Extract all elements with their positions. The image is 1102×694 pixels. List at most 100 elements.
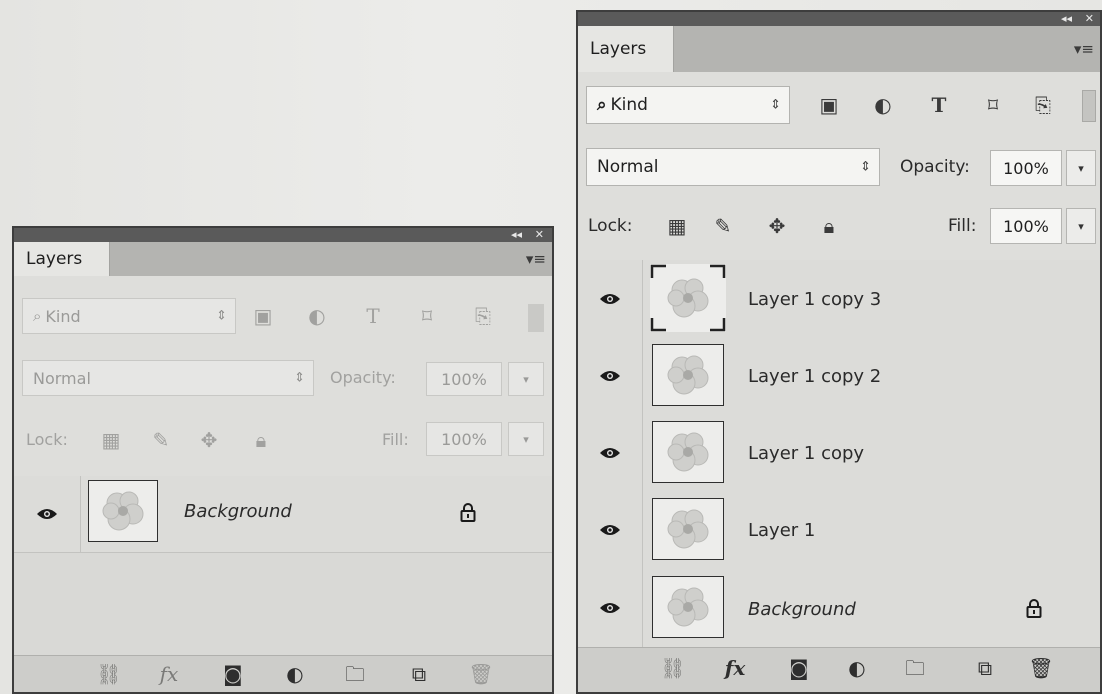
visibility-toggle[interactable]	[14, 476, 81, 552]
layer-thumbnail[interactable]	[652, 344, 724, 406]
eye-icon	[600, 293, 620, 304]
tab-layers[interactable]: Layers	[578, 26, 674, 72]
layer-thumbnail-selected[interactable]	[650, 264, 726, 332]
layer-thumbnail[interactable]	[652, 498, 724, 560]
adjustment-layer-icon[interactable]: ◐	[842, 656, 872, 680]
filter-kind-select[interactable]: ⌕ Kind ⇕	[22, 298, 236, 334]
layer-row[interactable]: Layer 1 copy 2	[578, 337, 1100, 415]
fx-icon[interactable]: fx	[720, 656, 750, 680]
visibility-toggle[interactable]	[578, 260, 643, 337]
lock-all-icon[interactable]: 🔒︎	[248, 428, 274, 452]
blend-mode-select[interactable]: Normal ⇕	[586, 148, 880, 186]
collapse-icon[interactable]: ◂◂	[1061, 12, 1072, 26]
panel-menu-icon[interactable]: ▾≡	[1074, 40, 1094, 58]
trash-icon[interactable]: 🗑︎	[466, 662, 496, 686]
opacity-input[interactable]: 100%	[426, 362, 502, 396]
smart-object-filter-icon[interactable]: ⎘	[470, 304, 496, 328]
adjustment-layer-icon[interactable]: ◐	[280, 662, 310, 686]
filter-kind-select[interactable]: ⌕ Kind ⇕	[586, 86, 790, 124]
filter-kind-value: Kind	[45, 306, 81, 326]
tab-layers-label: Layers	[590, 39, 647, 59]
adjustment-filter-icon[interactable]: ◐	[304, 304, 330, 328]
tab-layers-label: Layers	[26, 249, 83, 269]
opacity-dropdown[interactable]: ▾	[1066, 150, 1096, 186]
shape-filter-icon[interactable]: ⌑	[414, 304, 440, 328]
adjustment-filter-icon[interactable]: ◐	[870, 93, 896, 117]
panel-controls: ⌕ Kind ⇕ ▣ ◐ T ⌑ ⎘ Normal ⇕ Opacity: 100…	[14, 276, 552, 476]
layer-name[interactable]: Background	[748, 598, 856, 622]
opacity-dropdown[interactable]: ▾	[508, 362, 544, 396]
opacity-label: Opacity:	[900, 157, 970, 177]
opacity-label: Opacity:	[330, 368, 396, 387]
visibility-toggle[interactable]	[578, 337, 643, 414]
layer-thumbnail[interactable]	[88, 480, 158, 542]
layer-row[interactable]: Layer 1 copy	[578, 414, 1100, 492]
panel-footer: ⛓ fx ◙ ◐ 🗀︎ ⧉ 🗑︎	[578, 647, 1100, 692]
fill-dropdown[interactable]: ▾	[508, 422, 544, 456]
group-folder-icon[interactable]: 🗀︎	[900, 656, 930, 680]
new-layer-icon[interactable]: ⧉	[404, 662, 434, 686]
layer-name[interactable]: Layer 1	[748, 519, 815, 543]
new-layer-icon[interactable]: ⧉	[970, 656, 1000, 680]
layer-name[interactable]: Layer 1 copy 3	[748, 288, 881, 312]
layer-row-background[interactable]: Background	[578, 568, 1100, 649]
pixel-filter-icon[interactable]: ▣	[816, 93, 842, 117]
type-filter-icon[interactable]: T	[926, 93, 952, 117]
pixel-filter-icon[interactable]: ▣	[250, 304, 276, 328]
eye-icon	[600, 524, 620, 535]
visibility-toggle[interactable]	[578, 568, 643, 648]
visibility-toggle[interactable]	[578, 491, 643, 568]
opacity-input[interactable]: 100%	[990, 150, 1062, 186]
fill-input[interactable]: 100%	[990, 208, 1062, 244]
close-icon[interactable]: ✕	[1085, 12, 1094, 26]
fill-dropdown[interactable]: ▾	[1066, 208, 1096, 244]
trash-icon[interactable]: 🗑︎	[1026, 656, 1056, 680]
spinner-arrows-icon: ⇕	[294, 370, 305, 386]
layer-name[interactable]: Layer 1 copy	[748, 442, 864, 466]
panel-menu-icon[interactable]: ▾≡	[526, 250, 546, 268]
lock-paint-brush-icon[interactable]: ✎	[148, 428, 174, 452]
layer-thumbnail[interactable]	[652, 421, 724, 483]
lock-position-icon[interactable]: ✥	[764, 214, 790, 238]
lock-all-icon[interactable]: 🔒︎	[816, 214, 842, 238]
layer-row[interactable]: Layer 1	[578, 491, 1100, 569]
flower-thumbnail-image	[667, 509, 709, 549]
eye-icon	[600, 603, 620, 613]
blend-mode-select[interactable]: Normal ⇕	[22, 360, 314, 396]
eye-icon	[600, 370, 620, 381]
fill-label: Fill:	[382, 430, 409, 449]
padlock-icon	[1026, 599, 1042, 618]
filter-toggle[interactable]	[1082, 90, 1096, 122]
eye-icon	[37, 509, 57, 519]
blend-mode-value: Normal	[597, 157, 659, 177]
layer-row-background[interactable]: Background	[14, 476, 552, 553]
shape-filter-icon[interactable]: ⌑	[980, 93, 1006, 117]
flower-thumbnail-image	[667, 355, 709, 395]
layer-row[interactable]: Layer 1 copy 3	[578, 260, 1100, 338]
group-folder-icon[interactable]: 🗀︎	[340, 662, 370, 686]
tab-layers[interactable]: Layers	[14, 242, 110, 276]
mask-icon[interactable]: ◙	[784, 656, 814, 680]
panel-titlebar: ◂◂ ✕	[14, 228, 552, 242]
fill-input[interactable]: 100%	[426, 422, 502, 456]
link-layers-icon[interactable]: ⛓	[94, 662, 124, 686]
collapse-icon[interactable]: ◂◂	[511, 228, 522, 242]
smart-object-filter-icon[interactable]: ⎘	[1030, 93, 1056, 117]
visibility-toggle[interactable]	[578, 414, 643, 491]
lock-label: Lock:	[588, 216, 633, 236]
lock-transparent-icon[interactable]: ▦	[664, 214, 690, 238]
lock-paint-brush-icon[interactable]: ✎	[710, 214, 736, 238]
filter-toggle[interactable]	[528, 304, 544, 332]
flower-thumbnail-image	[102, 491, 144, 531]
layer-thumbnail[interactable]	[652, 576, 724, 638]
lock-position-icon[interactable]: ✥	[196, 428, 222, 452]
fx-icon[interactable]: fx	[154, 662, 184, 686]
close-icon[interactable]: ✕	[535, 228, 544, 242]
layer-name[interactable]: Layer 1 copy 2	[748, 365, 881, 389]
mask-icon[interactable]: ◙	[218, 662, 248, 686]
lock-label: Lock:	[26, 430, 68, 449]
link-layers-icon[interactable]: ⛓	[658, 656, 688, 680]
layer-name[interactable]: Background	[184, 500, 292, 524]
lock-transparent-icon[interactable]: ▦	[98, 428, 124, 452]
type-filter-icon[interactable]: T	[360, 304, 386, 328]
